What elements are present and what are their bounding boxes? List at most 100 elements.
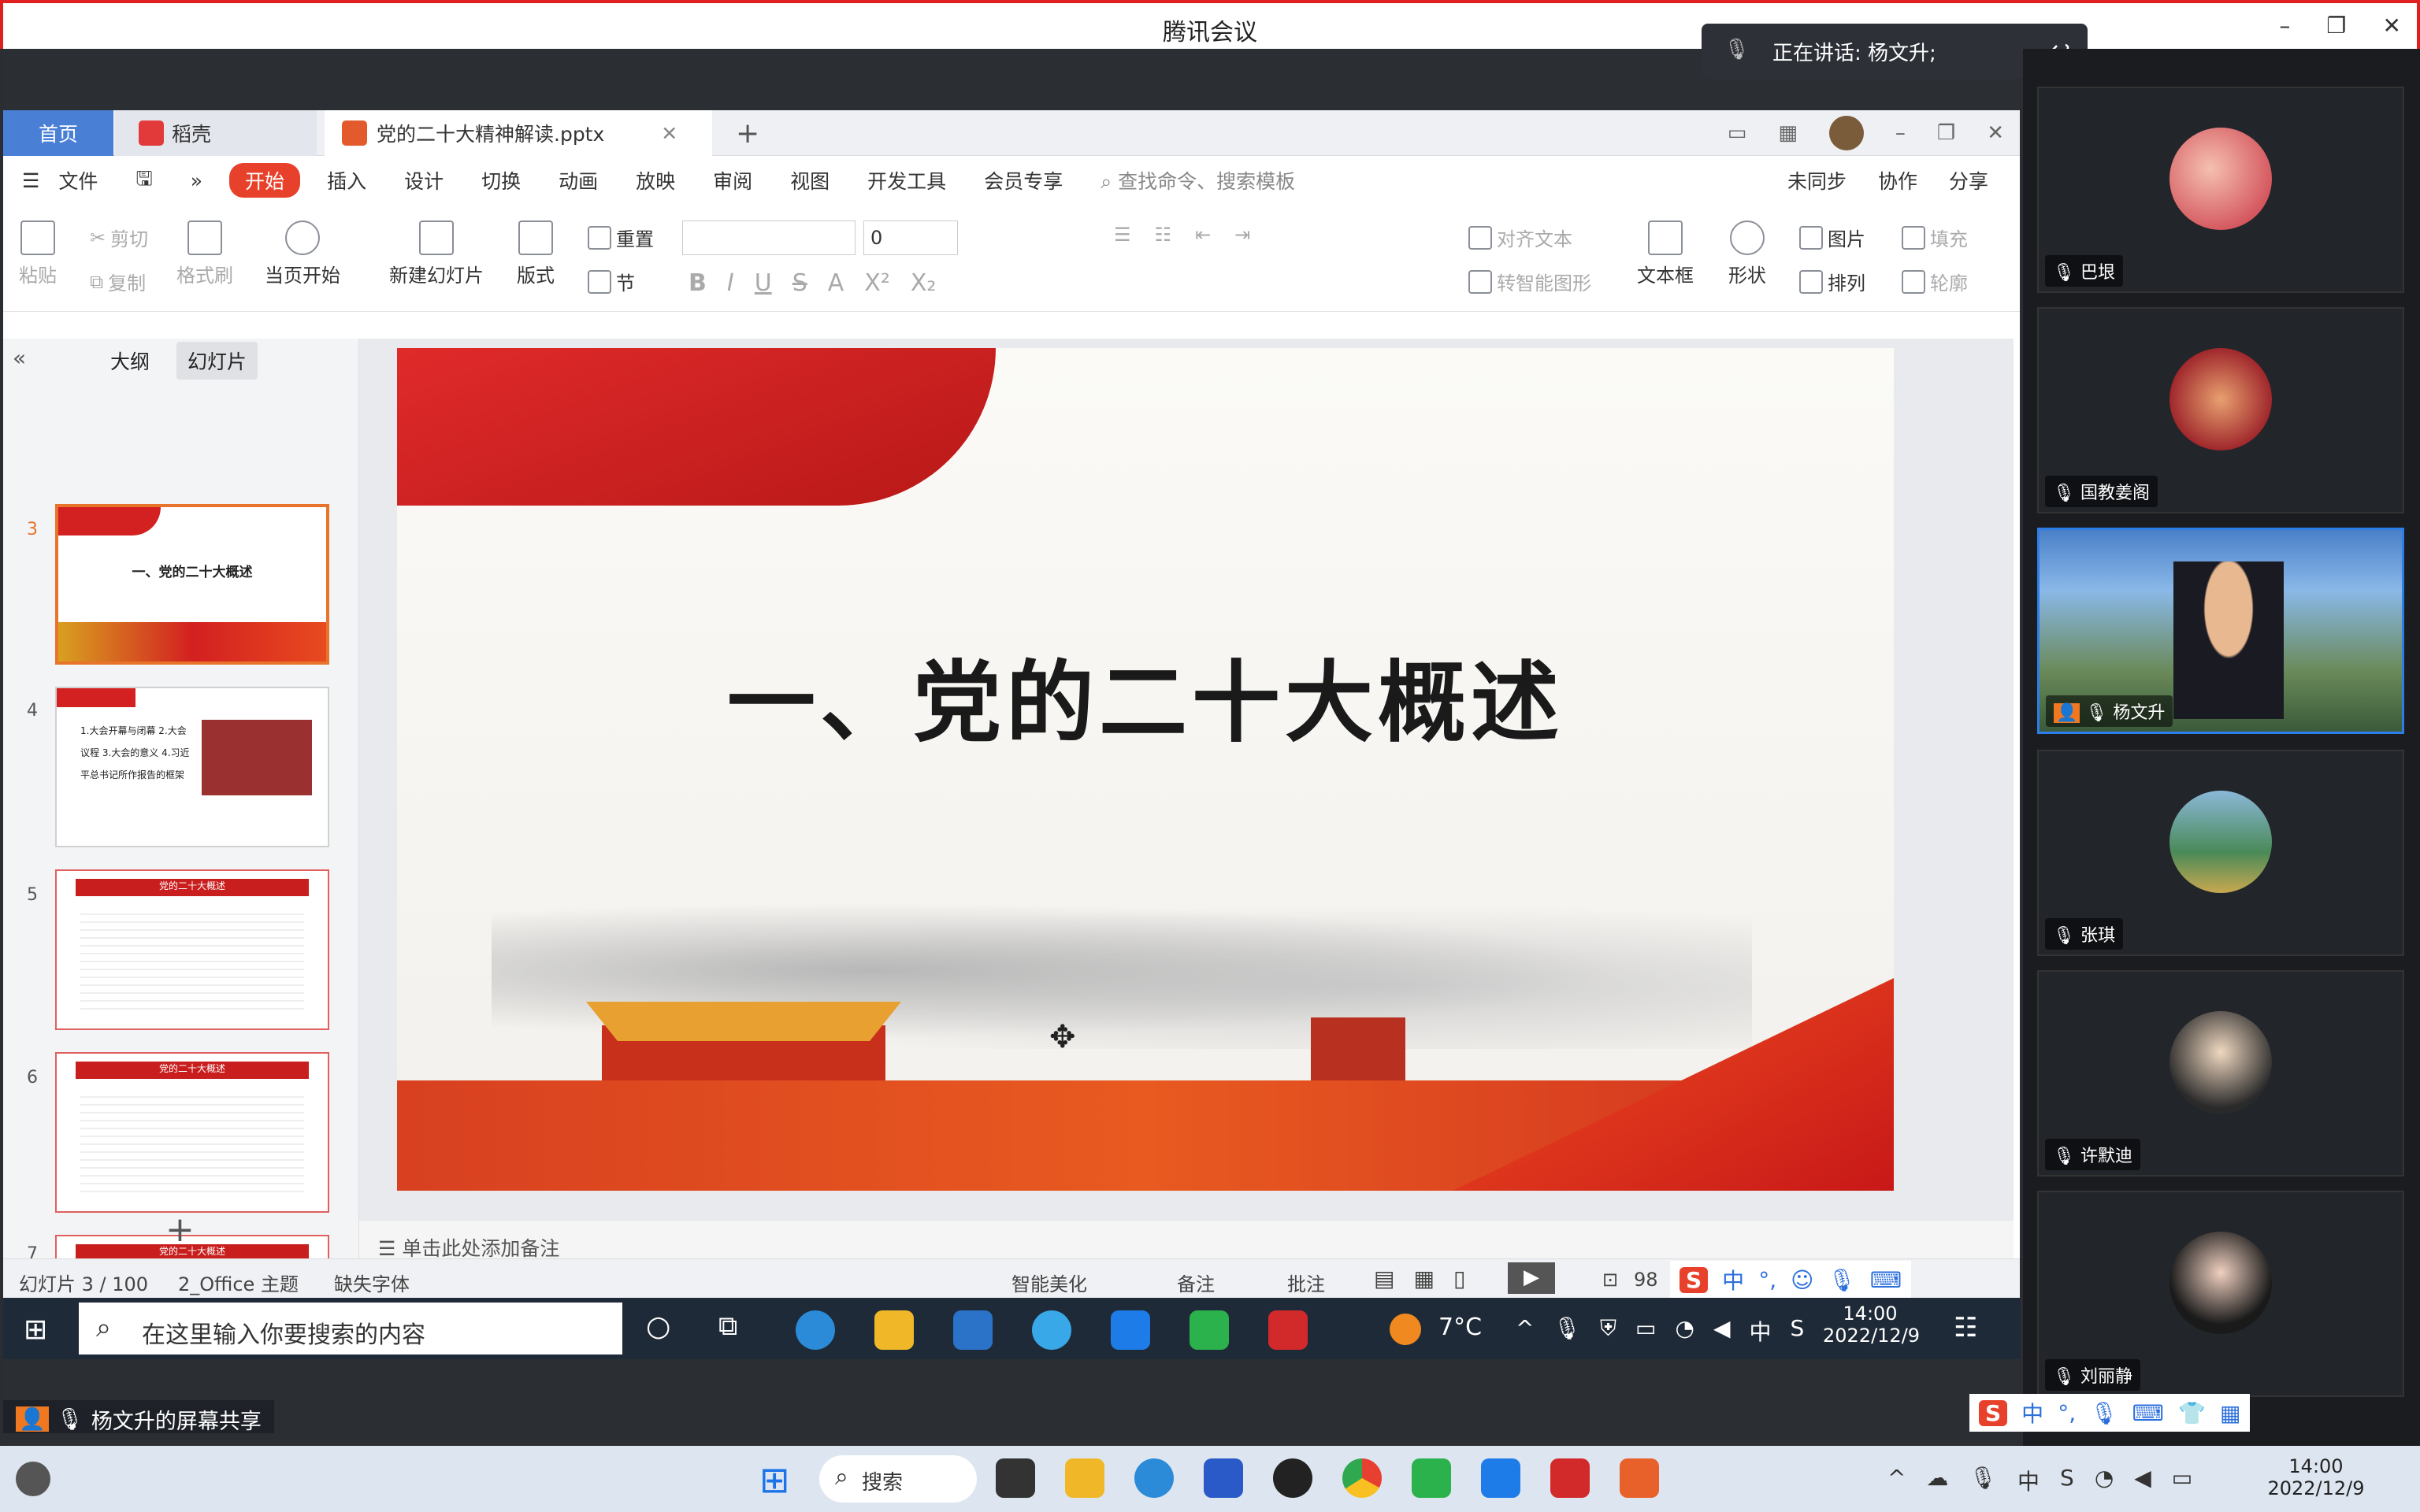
- close-button[interactable]: ✕: [2383, 13, 2401, 39]
- participant-tile[interactable]: 🎙 刘丽静: [2037, 1191, 2404, 1397]
- indent-decrease-icon[interactable]: ⇤: [1195, 224, 1211, 246]
- tab-slides[interactable]: 幻灯片: [176, 342, 258, 380]
- wps-icon[interactable]: [1550, 1458, 1590, 1498]
- apps-grid-icon[interactable]: ▦: [1778, 121, 1798, 145]
- underline-icon[interactable]: U: [755, 269, 772, 297]
- menu-review[interactable]: 审阅: [694, 166, 771, 195]
- strikethrough-icon[interactable]: S: [792, 269, 807, 297]
- missing-font-button[interactable]: 缺失字体: [334, 1269, 410, 1296]
- wifi-icon[interactable]: ◔: [2095, 1465, 2114, 1496]
- close-tab-icon[interactable]: ✕: [661, 122, 677, 145]
- align-text-button[interactable]: 对齐文本: [1468, 224, 1572, 251]
- inner-clock[interactable]: 14:00 2022/12/9: [1823, 1303, 1920, 1347]
- save-icon[interactable]: 🖫: [117, 164, 171, 198]
- chevron-up-icon[interactable]: ^: [1516, 1315, 1534, 1347]
- menu-animation[interactable]: 动画: [540, 166, 617, 195]
- add-slide-button[interactable]: +: [165, 1210, 195, 1250]
- wps-icon[interactable]: [1268, 1310, 1308, 1350]
- participant-tile[interactable]: 🎙 国教姜阁: [2037, 307, 2404, 513]
- cortana-icon[interactable]: ○: [646, 1310, 685, 1350]
- ime-icon[interactable]: 中: [2017, 1465, 2040, 1496]
- numbered-list-icon[interactable]: ☷: [1155, 224, 1172, 246]
- menu-slideshow[interactable]: 放映: [617, 166, 694, 195]
- weather-widget-icon[interactable]: [16, 1462, 50, 1496]
- menu-insert[interactable]: 插入: [308, 166, 385, 195]
- sorter-view-icon[interactable]: ▦: [1413, 1266, 1434, 1292]
- outer-search-button[interactable]: ⌕ 搜索: [819, 1455, 977, 1503]
- bullet-list-icon[interactable]: ☰: [1114, 224, 1131, 246]
- tab-home[interactable]: 首页: [3, 110, 113, 156]
- wifi-icon[interactable]: ◔: [1676, 1315, 1694, 1347]
- battery-icon[interactable]: ▭: [1635, 1315, 1656, 1347]
- menu-view[interactable]: 视图: [771, 166, 848, 195]
- tencent-meeting-icon[interactable]: [1481, 1458, 1520, 1498]
- cloud-icon[interactable]: ☁: [1926, 1465, 1948, 1496]
- mail-icon[interactable]: [953, 1310, 993, 1350]
- tab-pptx-file[interactable]: 党的二十大精神解读.pptx ✕: [325, 110, 712, 156]
- indent-increase-icon[interactable]: ⇥: [1234, 224, 1250, 246]
- hamburger-icon[interactable]: ☰: [3, 169, 58, 192]
- file-explorer-icon[interactable]: [1065, 1458, 1104, 1498]
- participant-tile[interactable]: 🎙 张琪: [2037, 750, 2404, 956]
- zoom-level[interactable]: 98: [1634, 1269, 1658, 1291]
- notification-icon[interactable]: ☷: [1954, 1312, 1977, 1343]
- wps-close-icon[interactable]: ✕: [1987, 121, 2004, 145]
- collapse-panel-icon[interactable]: «: [13, 345, 26, 371]
- ppt-icon[interactable]: [1620, 1458, 1659, 1498]
- beautify-button[interactable]: 智能美化: [1011, 1269, 1087, 1296]
- sogou-tray-icon[interactable]: S: [1791, 1315, 1805, 1347]
- tab-daoke[interactable]: 稻壳: [115, 110, 317, 156]
- ime-toolbar-outer[interactable]: S 中 °, 🎙 ⌨ 👕 ▦: [1969, 1394, 2251, 1432]
- menu-start[interactable]: 开始: [229, 163, 301, 198]
- participant-tile[interactable]: 🎙 许默迪: [2037, 970, 2404, 1177]
- task-view-icon[interactable]: [996, 1458, 1035, 1498]
- italic-icon[interactable]: I: [727, 269, 734, 297]
- paste-button[interactable]: 粘贴: [19, 220, 57, 287]
- new-slide-button[interactable]: 新建幻灯片: [389, 220, 484, 287]
- picture-button[interactable]: 图片: [1799, 224, 1865, 251]
- format-painter-button[interactable]: 格式刷: [176, 220, 233, 287]
- mic-icon[interactable]: 🎙: [1553, 1315, 1581, 1347]
- wps-restore-icon[interactable]: ❐: [1937, 121, 1955, 145]
- shield-icon[interactable]: ⛨: [1600, 1315, 1616, 1347]
- chrome-icon[interactable]: [1342, 1458, 1382, 1498]
- menu-developer[interactable]: 开发工具: [848, 166, 965, 195]
- normal-view-icon[interactable]: ▤: [1374, 1266, 1394, 1292]
- copy-button[interactable]: ⧉ 复制: [90, 268, 146, 295]
- font-name-select[interactable]: [682, 220, 856, 255]
- reset-button[interactable]: 重置: [588, 224, 654, 251]
- play-from-current-button[interactable]: 当页开始: [265, 220, 340, 287]
- participant-tile-video[interactable]: 👤 🎙 杨文升: [2037, 528, 2404, 734]
- font-color-icon[interactable]: A: [828, 269, 844, 297]
- windows-start-icon[interactable]: ⊞: [759, 1458, 790, 1501]
- slide-thumbnail[interactable]: 党的二十大概述: [55, 869, 329, 1030]
- subscript-icon[interactable]: X₂: [911, 269, 937, 297]
- shape-button[interactable]: 形状: [1728, 220, 1766, 287]
- minimize-button[interactable]: –: [2279, 13, 2290, 39]
- cut-button[interactable]: ✂ 剪切: [90, 224, 148, 251]
- ime-icon[interactable]: 中: [1749, 1315, 1771, 1347]
- font-size-select[interactable]: 0: [863, 220, 958, 255]
- user-avatar[interactable]: [1828, 116, 1864, 150]
- share-button[interactable]: 分享: [1949, 166, 1988, 195]
- menu-file[interactable]: 文件: [58, 166, 117, 195]
- weather-temp[interactable]: 7°C: [1438, 1314, 1482, 1341]
- battery-icon[interactable]: ▭: [2172, 1465, 2192, 1496]
- volume-icon[interactable]: ◀: [1713, 1315, 1731, 1347]
- slide[interactable]: 一、党的二十大概述 ✥: [397, 348, 1894, 1191]
- notes-toggle[interactable]: 备注: [1177, 1269, 1215, 1296]
- theme-name[interactable]: 2_Office 主题: [178, 1269, 299, 1296]
- edge-icon[interactable]: [796, 1310, 835, 1350]
- fill-button[interactable]: 填充: [1902, 224, 1968, 251]
- tab-outline[interactable]: 大纲: [110, 346, 150, 375]
- inner-search-box[interactable]: ⌕ 在这里输入你要搜索的内容: [79, 1303, 622, 1354]
- reading-view-icon[interactable]: ▯: [1453, 1266, 1465, 1292]
- slideshow-play-button[interactable]: ▶: [1508, 1262, 1555, 1294]
- superscript-icon[interactable]: X²: [864, 269, 890, 297]
- fit-icon[interactable]: ⊡: [1602, 1269, 1618, 1291]
- volume-icon[interactable]: ◀: [2134, 1465, 2151, 1496]
- mic-icon[interactable]: 🎙: [1969, 1465, 1997, 1496]
- textbox-button[interactable]: 文本框: [1637, 220, 1694, 287]
- slide-thumbnail[interactable]: 党的二十大概述: [55, 1052, 329, 1213]
- outer-clock[interactable]: 14:00 2022/12/9: [2261, 1455, 2371, 1499]
